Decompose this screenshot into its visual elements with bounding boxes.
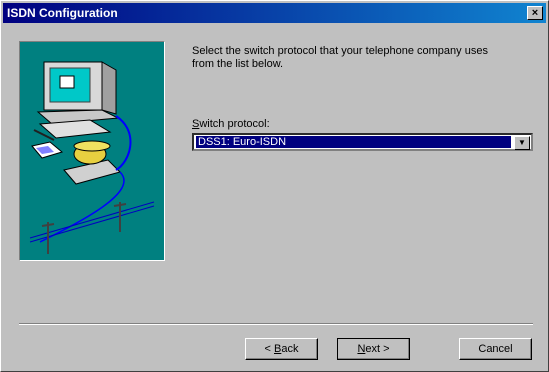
next-button[interactable]: Next > [337,338,410,360]
title-bar[interactable]: ISDN Configuration × [3,3,546,23]
instructions-text: Select the switch protocol that your tel… [192,45,532,71]
back-button-rest: ack [281,343,299,355]
chevron-down-icon: ▼ [518,138,526,147]
cancel-button[interactable]: Cancel [459,338,532,360]
instructions-line-2: from the list below. [192,58,284,70]
instructions-line-1: Select the switch protocol that your tel… [192,45,488,57]
switch-protocol-dropdown[interactable]: DSS1: Euro-ISDN ▼ [192,133,533,151]
computer-phone-illustration [29,61,155,254]
next-button-rest: ext > [365,343,390,355]
close-icon: × [531,7,539,19]
back-button-prefix: < [264,343,274,355]
back-button[interactable]: < Back [245,338,318,360]
isdn-configuration-dialog: ISDN Configuration × Select the switch p… [0,0,549,372]
switch-protocol-selected-value: DSS1: Euro-ISDN [196,136,511,148]
switch-protocol-label: Switch protocol: [192,118,270,130]
separator [19,323,533,325]
switch-protocol-label-rest: witch protocol: [199,118,270,130]
wizard-illustration [19,41,165,261]
close-button[interactable]: × [527,6,543,20]
dropdown-arrow-button[interactable]: ▼ [514,136,530,150]
window-title: ISDN Configuration [7,6,118,20]
